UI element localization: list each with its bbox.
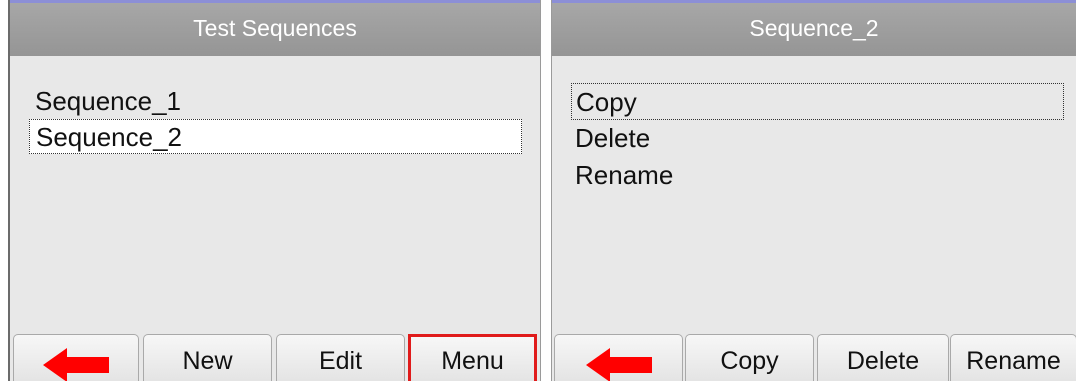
delete-button[interactable]: Delete <box>817 334 949 381</box>
copy-button[interactable]: Copy <box>685 334 814 381</box>
list-item-sequence-2[interactable]: Sequence_2 <box>29 119 522 154</box>
arrow-left-icon <box>43 348 109 381</box>
softkey-bar: Copy Delete Rename <box>552 334 1076 381</box>
action-list: Copy Delete Rename <box>552 83 1076 194</box>
screen-title: Sequence_2 <box>552 0 1076 56</box>
screen-title: Test Sequences <box>10 0 540 56</box>
list-item-rename[interactable]: Rename <box>571 157 1064 194</box>
sequence-menu-screen: Sequence_2 Copy Delete Rename Copy Delet… <box>551 0 1076 381</box>
rename-button[interactable]: Rename <box>950 334 1076 381</box>
back-button[interactable] <box>554 334 683 381</box>
softkey-bar: New Edit Menu <box>10 334 540 381</box>
test-sequences-screen: Test Sequences Sequence_1 Sequence_2 New… <box>8 0 541 381</box>
sequence-list: Sequence_1 Sequence_2 <box>10 84 540 154</box>
list-item-delete[interactable]: Delete <box>571 120 1064 157</box>
arrow-left-icon <box>585 348 652 381</box>
list-item-copy[interactable]: Copy <box>571 83 1064 120</box>
new-button[interactable]: New <box>143 334 272 381</box>
back-button[interactable] <box>13 334 139 381</box>
menu-button[interactable]: Menu <box>408 334 537 381</box>
edit-button[interactable]: Edit <box>276 334 405 381</box>
list-item-sequence-1[interactable]: Sequence_1 <box>29 84 522 119</box>
